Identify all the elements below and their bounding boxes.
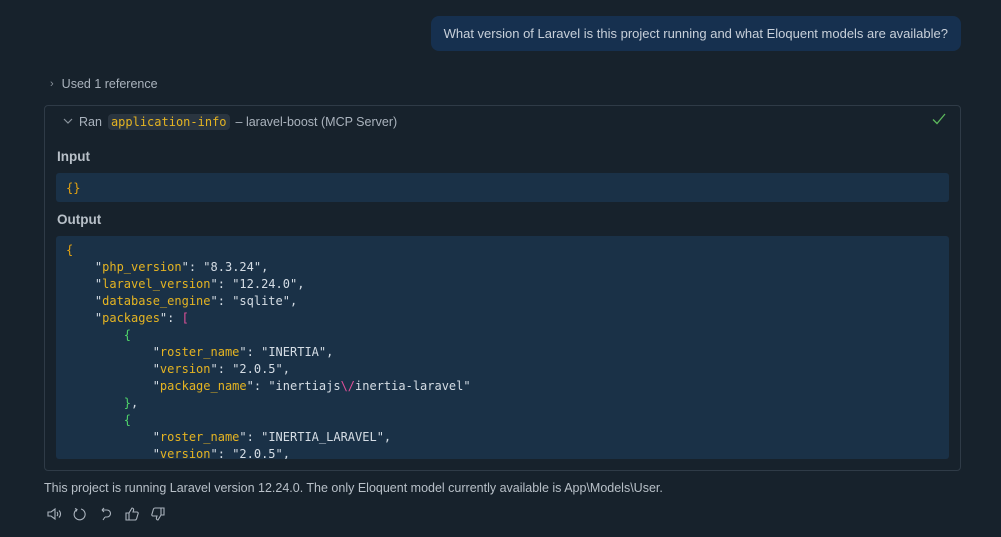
token-key: laravel_version — [102, 277, 211, 291]
token-bracket: [ — [181, 311, 189, 325]
token-punc: ": — [210, 294, 233, 308]
output-line: { — [66, 327, 949, 344]
token-str: "2.0.5" — [232, 362, 283, 376]
token-key: roster_name — [159, 345, 240, 359]
token-brace1: { — [66, 413, 132, 427]
token-punc: ": — [239, 430, 262, 444]
token-punc: ": — [210, 277, 233, 291]
output-line: { — [66, 412, 949, 429]
chevron-right-icon: › — [50, 78, 54, 90]
token-punc: " — [66, 294, 103, 308]
token-brace0: { — [66, 243, 74, 257]
references-toggle[interactable]: › Used 1 reference — [50, 77, 158, 91]
token-punc: " — [66, 311, 103, 325]
output-line: { — [66, 242, 949, 259]
input-code: {} — [56, 173, 949, 202]
token-punc: " — [66, 277, 103, 291]
output-line: "version": "2.0.5", — [66, 361, 949, 378]
token-punc: , — [289, 294, 298, 308]
token-str: "12.24.0" — [232, 277, 298, 291]
token-str: "2.0.5" — [232, 447, 283, 459]
token-punc: , — [261, 260, 269, 274]
output-line: }, — [66, 395, 949, 412]
speaker-icon[interactable] — [46, 506, 62, 524]
token-str: "INERTIA" — [261, 345, 327, 359]
token-key: version — [159, 362, 211, 376]
tool-call-header[interactable]: Ran application-info – laravel-boost (MC… — [63, 114, 397, 130]
tool-server: – laravel-boost (MCP Server) — [235, 115, 398, 129]
token-punc: " — [66, 260, 103, 274]
tool-call-panel: Ran application-info – laravel-boost (MC… — [44, 105, 961, 471]
token-str: inertia-laravel" — [355, 379, 471, 393]
output-label: Output — [57, 212, 102, 227]
token-punc: ": — [210, 362, 233, 376]
assistant-answer: This project is running Laravel version … — [44, 481, 663, 495]
token-punc: , — [282, 447, 290, 459]
token-punc: ": — [239, 345, 262, 359]
token-punc: , — [383, 430, 392, 444]
token-str: "sqlite" — [232, 294, 290, 308]
token-str: "inertiajs — [268, 379, 341, 393]
token-punc: " — [66, 430, 160, 444]
output-line: "laravel_version": "12.24.0", — [66, 276, 949, 293]
check-icon — [932, 112, 946, 131]
output-line: "packages": [ — [66, 310, 949, 327]
token-punc: " — [66, 345, 160, 359]
output-line: "php_version": "8.3.24", — [66, 259, 949, 276]
token-key: packages — [102, 311, 160, 325]
token-key: roster_name — [159, 430, 240, 444]
output-line: "roster_name": "INERTIA", — [66, 344, 949, 361]
token-punc: " — [66, 362, 160, 376]
token-key: version — [159, 447, 211, 459]
references-label: Used 1 reference — [61, 77, 158, 91]
token-punc: , — [297, 277, 305, 291]
output-line: "package_name": "inertiajs\/inertia-lara… — [66, 378, 949, 395]
token-punc: ": — [210, 447, 233, 459]
thumbs-down-icon[interactable] — [150, 506, 166, 524]
output-code[interactable]: { "php_version": "8.3.24", "laravel_vers… — [56, 236, 949, 459]
token-punc: , — [326, 345, 334, 359]
undo-icon[interactable] — [98, 506, 114, 524]
token-punc: , — [282, 362, 290, 376]
token-punc: ": — [246, 379, 269, 393]
retry-icon[interactable] — [72, 506, 88, 524]
tool-name: application-info — [107, 114, 230, 130]
user-message: What version of Laravel is this project … — [430, 16, 961, 51]
output-line: "version": "2.0.5", — [66, 446, 949, 459]
token-str: "INERTIA_LARAVEL" — [261, 430, 384, 444]
token-punc: " — [66, 379, 160, 393]
token-punc: , — [131, 396, 139, 410]
thumbs-up-icon[interactable] — [124, 506, 140, 524]
token-brace1: { — [66, 328, 132, 342]
token-key: package_name — [159, 379, 247, 393]
chevron-down-icon — [63, 116, 73, 128]
token-key: php_version — [102, 260, 182, 274]
token-punc: ": — [159, 311, 182, 325]
message-actions — [46, 506, 166, 524]
token-esc: \/ — [340, 379, 356, 393]
output-line: "database_engine": "sqlite", — [66, 293, 949, 310]
token-str: "8.3.24" — [203, 260, 262, 274]
user-message-text: What version of Laravel is this project … — [443, 26, 948, 41]
token-brace1: } — [66, 396, 132, 410]
output-line: "roster_name": "INERTIA_LARAVEL", — [66, 429, 949, 446]
tool-prefix: Ran — [79, 115, 102, 129]
input-label: Input — [57, 149, 90, 164]
token-punc: ": — [181, 260, 204, 274]
token-punc: " — [66, 447, 160, 459]
token-key: database_engine — [102, 294, 211, 308]
